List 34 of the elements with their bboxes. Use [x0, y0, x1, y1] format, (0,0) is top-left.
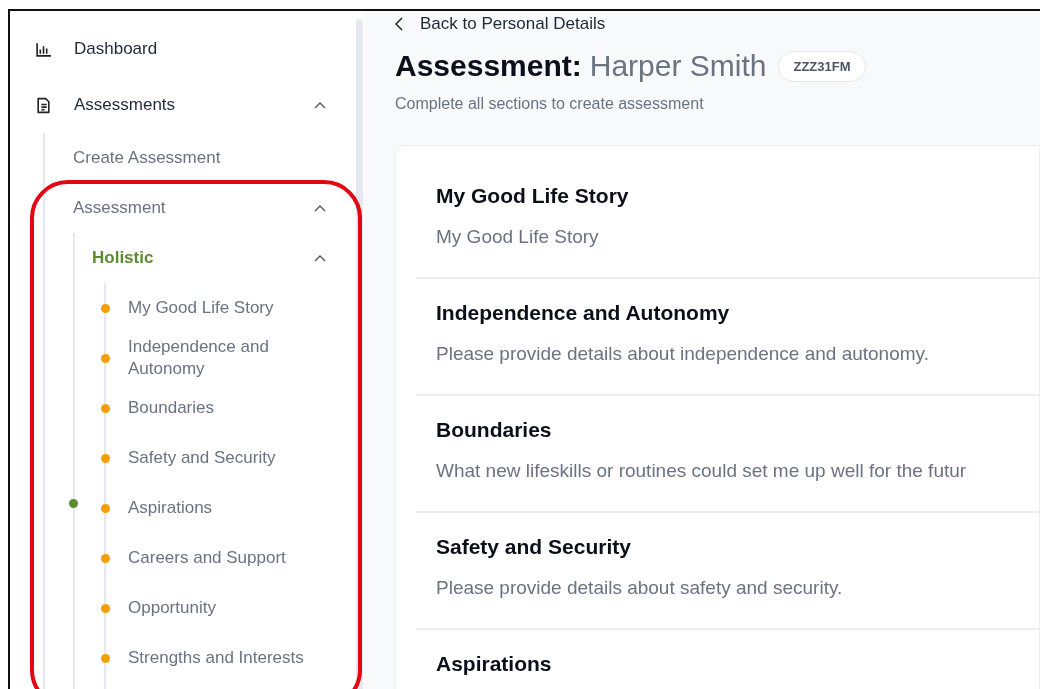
nav-item[interactable]: Dashboard — [74, 39, 356, 59]
section-heading: Independence and Autonomy — [436, 301, 731, 325]
scrollbar[interactable] — [356, 19, 363, 689]
section-description: Please provide details about independence and autonomy. — [436, 343, 930, 365]
section-description: What new lifeskills or routines could set me up well for the futur — [436, 460, 968, 482]
chart-icon — [35, 40, 52, 58]
section-description: My Good Life Story — [436, 226, 600, 248]
nav-item[interactable]: Opportunity — [128, 597, 333, 619]
page-subtitle: Complete all sections to create assessment — [395, 95, 705, 113]
person-name: Harper Smith — [589, 49, 767, 83]
nav-item[interactable]: Careers and Support — [128, 547, 333, 569]
document-icon — [35, 96, 52, 114]
nav-item[interactable]: Boundaries — [128, 397, 333, 419]
page-title: Assessment: — [395, 49, 582, 83]
nav-item[interactable]: Holistic — [92, 248, 314, 268]
chevron-up-icon[interactable] — [314, 254, 326, 262]
nav-item[interactable]: Assessment — [73, 198, 314, 218]
chevron-up-icon[interactable] — [314, 204, 326, 212]
section-heading: Aspirations — [436, 652, 553, 676]
nav-item[interactable]: Assessments — [74, 95, 314, 115]
id-badge: ZZZ31FM — [778, 50, 866, 82]
section-heading: My Good Life Story — [436, 184, 630, 208]
chevron-up-icon[interactable] — [314, 101, 326, 109]
nav-item[interactable]: My Good Life Story — [128, 297, 333, 319]
chevron-left-icon — [395, 17, 403, 31]
nav-item[interactable]: Aspirations — [128, 497, 333, 519]
nav-item[interactable]: Safety and Security — [128, 447, 333, 469]
section-heading: Safety and Security — [436, 535, 632, 559]
section-description: Please provide details about safety and security. — [436, 577, 844, 599]
nav-item[interactable]: Independence and Autonomy — [128, 336, 333, 380]
nav-item[interactable]: Strengths and Interests — [128, 647, 333, 669]
nav-item[interactable]: Create Assessment — [73, 148, 356, 168]
section-heading: Boundaries — [436, 418, 553, 442]
back-link[interactable]: Back to Personal Details — [395, 14, 606, 34]
